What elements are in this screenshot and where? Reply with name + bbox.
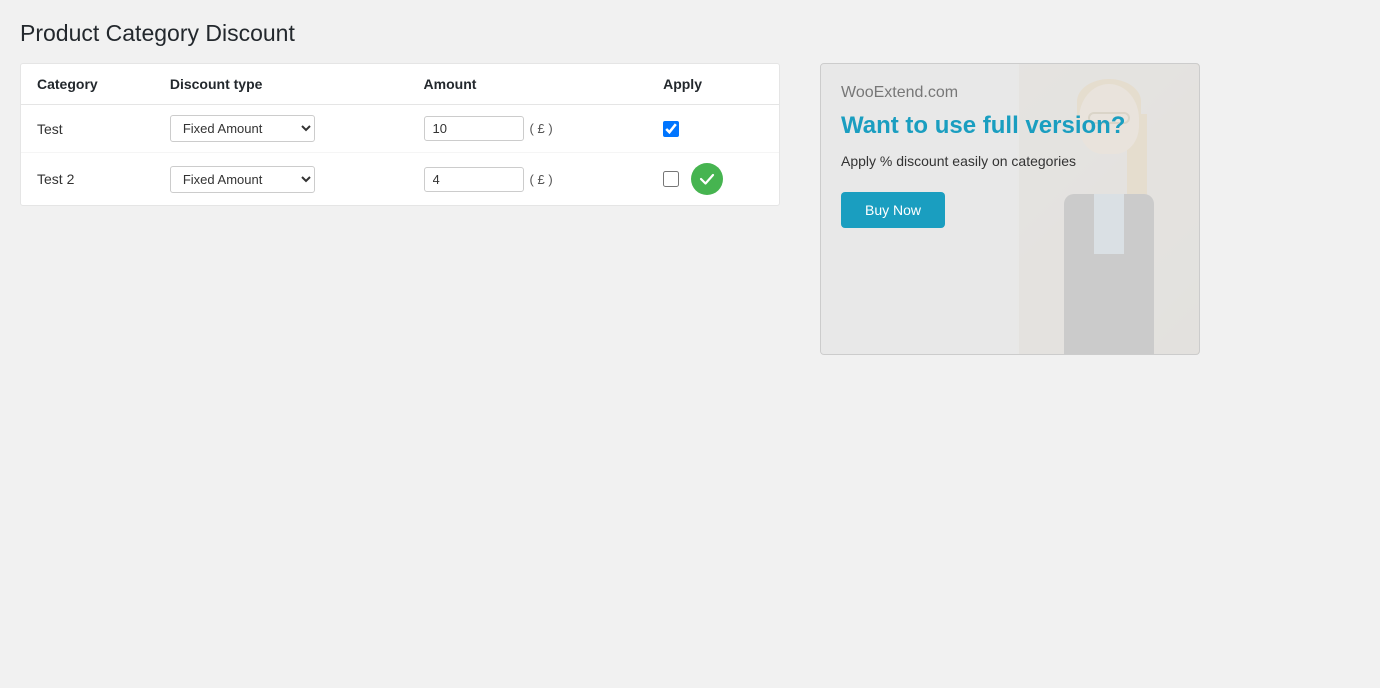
ad-panel: WooExtend.com Want to use full version? … (820, 63, 1200, 355)
col-header-category: Category (21, 64, 154, 105)
ad-site-name: WooExtend.com (841, 84, 1179, 102)
category-cell-2: Test 2 (21, 153, 154, 206)
ad-content: WooExtend.com Want to use full version? … (821, 64, 1199, 354)
page-title: Product Category Discount (20, 20, 1360, 47)
ad-headline: Want to use full version? (841, 112, 1179, 141)
category-cell-1: Test (21, 105, 154, 153)
amount-cell-1: ( £ ) (408, 105, 648, 153)
ad-buy-button[interactable]: Buy Now (841, 192, 945, 228)
table-row: Test Fixed Amount Percentage ( £ ) (21, 105, 779, 153)
discount-type-cell-2: Fixed Amount Percentage (154, 153, 408, 206)
amount-input-1[interactable] (424, 116, 524, 141)
main-layout: Category Discount type Amount Apply Test (20, 63, 1360, 355)
discount-data-table: Category Discount type Amount Apply Test (21, 64, 779, 205)
currency-label-2: ( £ ) (530, 172, 553, 187)
table-section: Category Discount type Amount Apply Test (20, 63, 780, 206)
col-header-amount: Amount (408, 64, 648, 105)
save-button-2[interactable] (691, 163, 723, 195)
discount-type-select-1[interactable]: Fixed Amount Percentage (170, 115, 315, 142)
col-header-discount-type: Discount type (154, 64, 408, 105)
table-header-row: Category Discount type Amount Apply (21, 64, 779, 105)
amount-cell-2: ( £ ) (408, 153, 648, 206)
apply-checkbox-1[interactable] (663, 121, 679, 137)
currency-label-1: ( £ ) (530, 121, 553, 136)
ad-subtext: Apply % discount easily on categories (841, 151, 1179, 172)
col-header-apply: Apply (647, 64, 779, 105)
amount-input-2[interactable] (424, 167, 524, 192)
ad-inner: WooExtend.com Want to use full version? … (821, 64, 1199, 354)
apply-cell-2 (647, 153, 779, 206)
table-row: Test 2 Fixed Amount Percentage ( £ ) (21, 153, 779, 206)
discount-table: Category Discount type Amount Apply Test (20, 63, 780, 206)
category-label-1: Test (37, 121, 63, 137)
discount-type-select-2[interactable]: Fixed Amount Percentage (170, 166, 315, 193)
apply-cell-1 (647, 105, 779, 153)
apply-checkbox-2[interactable] (663, 171, 679, 187)
discount-type-cell-1: Fixed Amount Percentage (154, 105, 408, 153)
category-label-2: Test 2 (37, 171, 74, 187)
